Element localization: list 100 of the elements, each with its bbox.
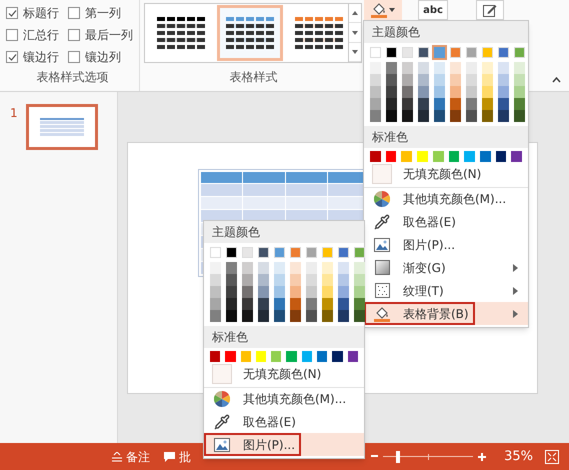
color-swatch[interactable] [370, 98, 381, 110]
color-swatch[interactable] [482, 98, 493, 110]
color-swatch[interactable] [466, 62, 477, 74]
color-swatch[interactable] [290, 286, 301, 298]
color-swatch[interactable] [386, 86, 397, 98]
color-swatch[interactable] [402, 62, 413, 74]
color-swatch[interactable] [274, 310, 285, 322]
color-swatch[interactable] [258, 298, 269, 310]
color-swatch[interactable] [271, 351, 282, 362]
color-swatch[interactable] [418, 62, 429, 74]
menu-item[interactable]: 渐变(G) [364, 256, 452, 279]
table-style-thumbnail[interactable] [217, 5, 283, 61]
menu-item[interactable]: 无填充颜色(N) [204, 362, 328, 385]
color-swatch[interactable] [226, 262, 237, 274]
color-swatch[interactable] [338, 262, 349, 274]
color-swatch[interactable] [274, 274, 285, 286]
color-swatch[interactable] [402, 110, 413, 122]
color-swatch[interactable] [514, 47, 525, 58]
color-swatch[interactable] [290, 274, 301, 286]
color-swatch[interactable] [498, 74, 509, 86]
fit-to-window-icon[interactable] [545, 450, 559, 464]
checkbox[interactable] [68, 51, 80, 63]
color-swatch[interactable] [322, 298, 333, 310]
color-swatch[interactable] [322, 247, 333, 258]
color-swatch[interactable] [322, 274, 333, 286]
color-swatch[interactable] [514, 98, 525, 110]
color-swatch[interactable] [418, 98, 429, 110]
checkbox[interactable] [6, 51, 18, 63]
color-swatch[interactable] [354, 286, 365, 298]
color-swatch[interactable] [498, 98, 509, 110]
color-swatch[interactable] [511, 151, 522, 162]
color-swatch[interactable] [338, 286, 349, 298]
color-swatch[interactable] [498, 86, 509, 98]
color-swatch[interactable] [290, 247, 301, 258]
comments-button[interactable]: 批 [164, 448, 191, 466]
color-swatch[interactable] [290, 298, 301, 310]
color-swatch[interactable] [418, 86, 429, 98]
color-swatch[interactable] [480, 151, 491, 162]
color-swatch[interactable] [370, 151, 381, 162]
menu-item[interactable]: 图片(P)... [204, 433, 302, 456]
color-swatch[interactable] [434, 74, 445, 86]
color-swatch[interactable] [348, 351, 358, 362]
menu-item[interactable]: 表格背景(B) [364, 302, 475, 325]
color-swatch[interactable] [450, 74, 461, 86]
color-swatch[interactable] [225, 351, 236, 362]
color-swatch[interactable] [434, 86, 445, 98]
text-effects-button[interactable]: abc [418, 0, 448, 20]
color-swatch[interactable] [210, 286, 221, 298]
collapse-ribbon-icon[interactable] [552, 77, 561, 83]
color-swatch[interactable] [370, 86, 381, 98]
color-swatch[interactable] [464, 151, 475, 162]
color-swatch[interactable] [322, 310, 333, 322]
notes-button[interactable]: 备注 [112, 448, 150, 466]
color-swatch[interactable] [386, 151, 396, 162]
color-swatch[interactable] [482, 86, 493, 98]
color-swatch[interactable] [242, 274, 253, 286]
color-swatch[interactable] [274, 298, 285, 310]
color-swatch[interactable] [226, 310, 237, 322]
color-swatch[interactable] [514, 110, 525, 122]
slide-thumbnail[interactable] [26, 104, 98, 150]
color-swatch[interactable] [242, 247, 253, 258]
color-swatch[interactable] [418, 47, 429, 58]
color-swatch[interactable] [432, 151, 444, 162]
color-swatch[interactable] [450, 110, 461, 122]
checkbox[interactable] [6, 29, 18, 41]
color-swatch[interactable] [514, 86, 525, 98]
color-swatch[interactable] [286, 351, 297, 362]
color-swatch[interactable] [386, 47, 397, 58]
color-swatch[interactable] [496, 151, 506, 162]
color-swatch[interactable] [322, 262, 333, 274]
color-swatch[interactable] [258, 247, 269, 258]
color-swatch[interactable] [466, 47, 477, 58]
color-swatch[interactable] [317, 351, 328, 362]
color-swatch[interactable] [354, 310, 365, 322]
color-swatch[interactable] [482, 110, 493, 122]
color-swatch[interactable] [417, 151, 428, 162]
color-swatch[interactable] [242, 286, 253, 298]
color-swatch[interactable] [332, 351, 343, 362]
color-swatch[interactable] [240, 351, 251, 362]
color-swatch[interactable] [450, 62, 461, 74]
color-swatch[interactable] [338, 274, 349, 286]
color-swatch[interactable] [354, 262, 365, 274]
color-swatch[interactable] [498, 47, 509, 58]
color-swatch[interactable] [210, 298, 221, 310]
menu-item[interactable]: 纹理(T) [364, 279, 450, 302]
color-swatch[interactable] [434, 110, 445, 122]
color-swatch[interactable] [482, 74, 493, 86]
color-swatch[interactable] [258, 262, 269, 274]
color-swatch[interactable] [354, 298, 365, 310]
color-swatch[interactable] [338, 310, 349, 322]
color-swatch[interactable] [466, 98, 477, 110]
color-swatch[interactable] [338, 298, 349, 310]
color-swatch[interactable] [386, 62, 397, 74]
menu-item[interactable]: 取色器(E) [364, 210, 462, 233]
checkbox[interactable] [6, 7, 18, 19]
color-swatch[interactable] [448, 151, 460, 162]
menu-item[interactable]: 无填充颜色(N) [364, 162, 488, 185]
color-swatch[interactable] [226, 247, 237, 258]
color-swatch[interactable] [306, 298, 317, 310]
shading-button[interactable] [364, 0, 402, 20]
